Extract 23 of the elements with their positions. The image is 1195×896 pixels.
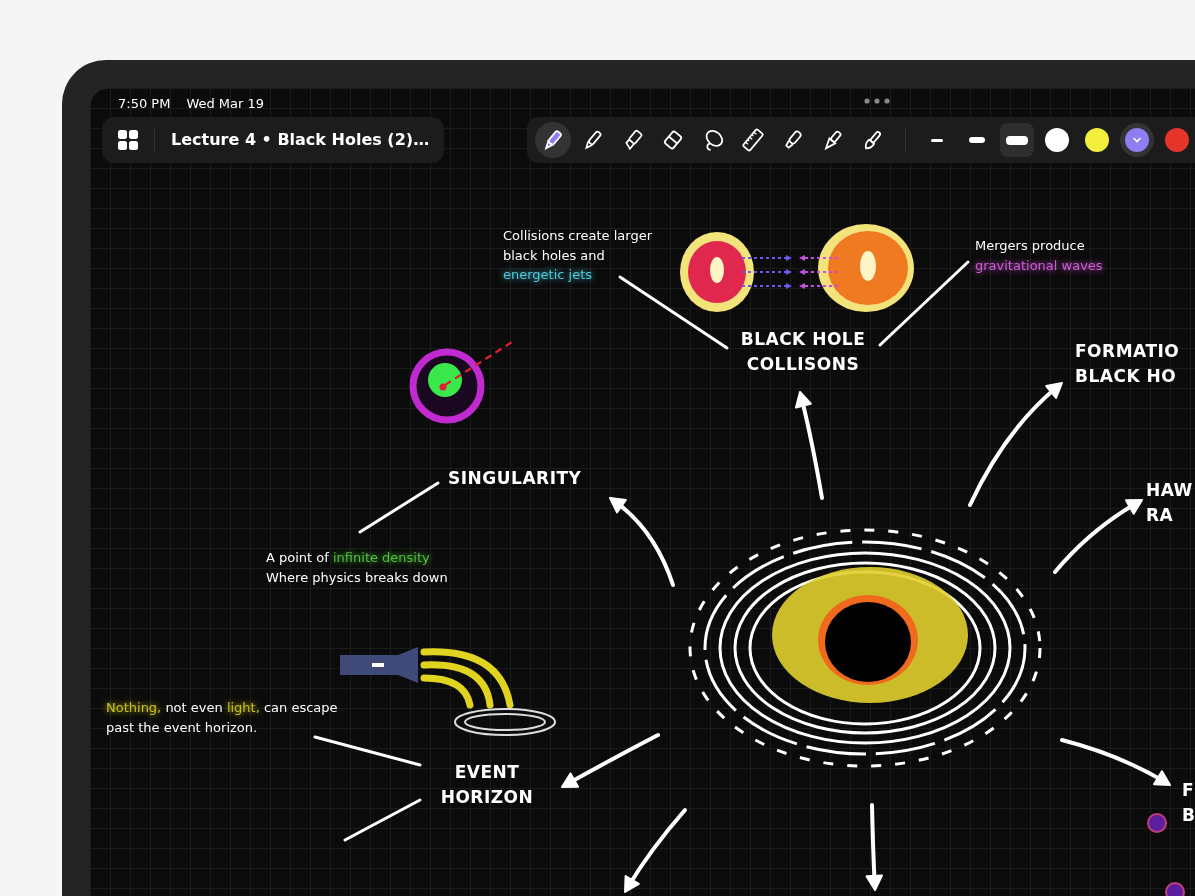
particle-icon (1165, 882, 1185, 896)
status-time: 7:50 PM (118, 95, 171, 113)
particle-icon (1147, 813, 1167, 833)
grid-view-button[interactable] (118, 130, 138, 150)
chevron-down-icon (1132, 135, 1142, 145)
handwritten-note: Collisions create larger black holes and energetic jets (503, 227, 653, 284)
handwritten-note: Mergers produce gravitational waves (975, 237, 1103, 275)
ruler-icon (740, 127, 766, 153)
document-title[interactable]: Lecture 4 • Black Holes (2)… (171, 128, 430, 152)
multitasking-dots-icon[interactable] (864, 98, 890, 104)
handwritten-note: Nothing, not even light, can escape past the event horizon. (106, 699, 338, 737)
drawing-tool[interactable] (535, 122, 571, 158)
topic-heading: SINGULARITY (448, 467, 582, 490)
stroke-width-option[interactable] (1000, 123, 1034, 157)
topic-heading: HAW RA (1146, 479, 1193, 527)
topic-heading: EVENT HORIZON (440, 761, 534, 809)
color-swatch[interactable] (1120, 123, 1154, 157)
grid-icon (118, 130, 138, 150)
topic-heading: FORMATIO BLACK HO (1075, 340, 1180, 388)
topic-heading: BLACK HOLE COLLISONS (740, 328, 866, 376)
status-date: Wed Mar 19 (186, 95, 265, 113)
topic-heading: F B (1182, 779, 1195, 827)
handwritten-note: A point of infinite density Where physics breaks down (266, 549, 448, 587)
